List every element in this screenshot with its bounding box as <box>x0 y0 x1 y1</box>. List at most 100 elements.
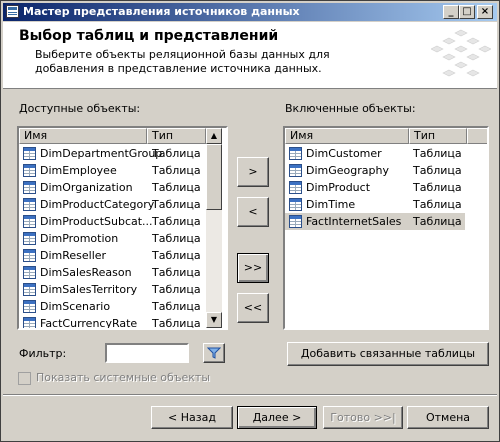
list-item[interactable]: DimOrganization Таблица <box>19 179 206 196</box>
close-button[interactable]: × <box>477 5 493 19</box>
scroll-up-button[interactable]: ▲ <box>206 128 222 144</box>
item-type: Таблица <box>152 215 201 228</box>
item-name: FactInternetSales <box>306 215 402 228</box>
table-icon <box>23 249 36 262</box>
item-type: Таблица <box>152 164 201 177</box>
list-item[interactable]: DimCustomer Таблица <box>285 145 465 162</box>
back-button[interactable]: < Назад <box>151 406 233 429</box>
item-type: Таблица <box>413 164 462 177</box>
list-item[interactable]: DimReseller Таблица <box>19 247 206 264</box>
item-type: Таблица <box>413 181 462 194</box>
table-icon <box>23 181 36 194</box>
apply-filter-button[interactable] <box>203 343 225 363</box>
wizard-window: Мастер представления источников данных _… <box>0 0 500 442</box>
list-item[interactable]: DimEmployee Таблица <box>19 162 206 179</box>
finish-button[interactable]: Готово >>| <box>323 406 403 429</box>
table-icon <box>23 283 36 296</box>
item-name: DimPromotion <box>40 232 119 245</box>
table-icon <box>23 164 36 177</box>
list-item[interactable]: DimProductCategory Таблица <box>19 196 206 213</box>
wizard-app-icon <box>6 5 19 18</box>
available-objects-list[interactable]: Имя Тип DimDepartmentGroup Таблица DimEmpl… <box>17 126 228 330</box>
item-type: Таблица <box>152 198 201 211</box>
list-item[interactable]: DimDepartmentGroup Таблица <box>19 145 206 162</box>
maximize-button[interactable]: □ <box>459 5 475 19</box>
list-item[interactable]: FactCurrencyRate Таблица <box>19 315 206 330</box>
table-icon <box>23 232 36 245</box>
list-item[interactable]: DimTime Таблица <box>285 196 465 213</box>
list-item[interactable]: DimPromotion Таблица <box>19 230 206 247</box>
item-type: Таблица <box>413 147 462 160</box>
list-item[interactable]: DimProductSubcat... Таблица <box>19 213 206 230</box>
table-icon <box>289 181 302 194</box>
item-type: Таблица <box>152 266 201 279</box>
item-type: Таблица <box>413 198 462 211</box>
title-bar[interactable]: Мастер представления источников данных _… <box>3 3 497 21</box>
item-type: Таблица <box>152 181 201 194</box>
show-system-objects-label: Показать системные объекты <box>36 371 211 384</box>
scroll-thumb[interactable] <box>206 144 222 210</box>
item-name: DimEmployee <box>40 164 117 177</box>
show-system-objects-checkbox[interactable] <box>18 372 31 385</box>
table-icon <box>23 147 36 160</box>
page-title: Выбор таблиц и представлений <box>19 28 279 44</box>
item-name: DimGeography <box>306 164 389 177</box>
scroll-down-button[interactable]: ▼ <box>206 312 222 328</box>
filter-label: Фильтр: <box>19 347 67 360</box>
list-item[interactable]: DimScenario Таблица <box>19 298 206 315</box>
item-name: DimProductSubcat... <box>40 215 153 228</box>
remove-all-button[interactable]: << <box>237 293 269 323</box>
item-name: FactCurrencyRate <box>40 317 138 330</box>
item-name: DimProduct <box>306 181 371 194</box>
footer-divider <box>3 394 497 396</box>
table-icon <box>23 317 36 328</box>
list-item[interactable]: DimProduct Таблица <box>285 179 465 196</box>
list-item[interactable]: DimGeography Таблица <box>285 162 465 179</box>
add-button[interactable]: > <box>237 157 269 187</box>
add-related-tables-button[interactable]: Добавить связанные таблицы <box>287 342 489 366</box>
item-type: Таблица <box>413 215 462 228</box>
included-objects-list[interactable]: Имя Тип DimCustomer Таблица DimGeography Та… <box>283 126 489 330</box>
item-type: Таблица <box>152 147 201 160</box>
page-description: Выберите объекты реляционной базы данных… <box>35 48 330 75</box>
item-name: DimSalesReason <box>40 266 132 279</box>
column-header-type[interactable]: Тип <box>147 128 206 144</box>
item-type: Таблица <box>152 317 201 330</box>
item-name: DimCustomer <box>306 147 382 160</box>
list-item[interactable]: DimSalesTerritory Таблица <box>19 281 206 298</box>
minimize-button[interactable]: _ <box>443 5 459 19</box>
included-objects-label: Включенные объекты: <box>285 102 416 115</box>
filter-input[interactable] <box>105 343 189 363</box>
item-type: Таблица <box>152 232 201 245</box>
item-type: Таблица <box>152 249 201 262</box>
cancel-button[interactable]: Отмена <box>407 406 489 429</box>
table-icon <box>23 300 36 313</box>
window-title: Мастер представления источников данных <box>23 5 300 18</box>
remove-button[interactable]: < <box>237 197 269 227</box>
add-all-button[interactable]: >> <box>237 253 269 283</box>
list-item[interactable]: FactInternetSales Таблица <box>285 213 465 230</box>
column-header-type[interactable]: Тип <box>409 128 467 144</box>
list-item[interactable]: DimSalesReason Таблица <box>19 264 206 281</box>
vertical-scrollbar[interactable]: ▲ ▼ <box>206 128 222 328</box>
table-icon <box>23 215 36 228</box>
item-name: DimProductCategory <box>40 198 155 211</box>
funnel-icon <box>207 347 221 359</box>
wizard-header: Выбор таблиц и представлений Выберите об… <box>3 22 497 89</box>
item-name: DimScenario <box>40 300 111 313</box>
table-icon <box>289 164 302 177</box>
table-icon <box>289 215 302 228</box>
column-header-name[interactable]: Имя <box>19 128 147 144</box>
available-objects-label: Доступные объекты: <box>19 102 141 115</box>
item-type: Таблица <box>152 283 201 296</box>
cube-decoration-icon <box>431 29 491 77</box>
item-name: DimSalesTerritory <box>40 283 138 296</box>
item-name: DimOrganization <box>40 181 133 194</box>
item-name: DimDepartmentGroup <box>40 147 163 160</box>
table-icon <box>23 266 36 279</box>
next-button[interactable]: Далее > <box>237 406 317 429</box>
column-header-name[interactable]: Имя <box>285 128 409 144</box>
item-name: DimReseller <box>40 249 107 262</box>
table-icon <box>289 147 302 160</box>
item-name: DimTime <box>306 198 356 211</box>
